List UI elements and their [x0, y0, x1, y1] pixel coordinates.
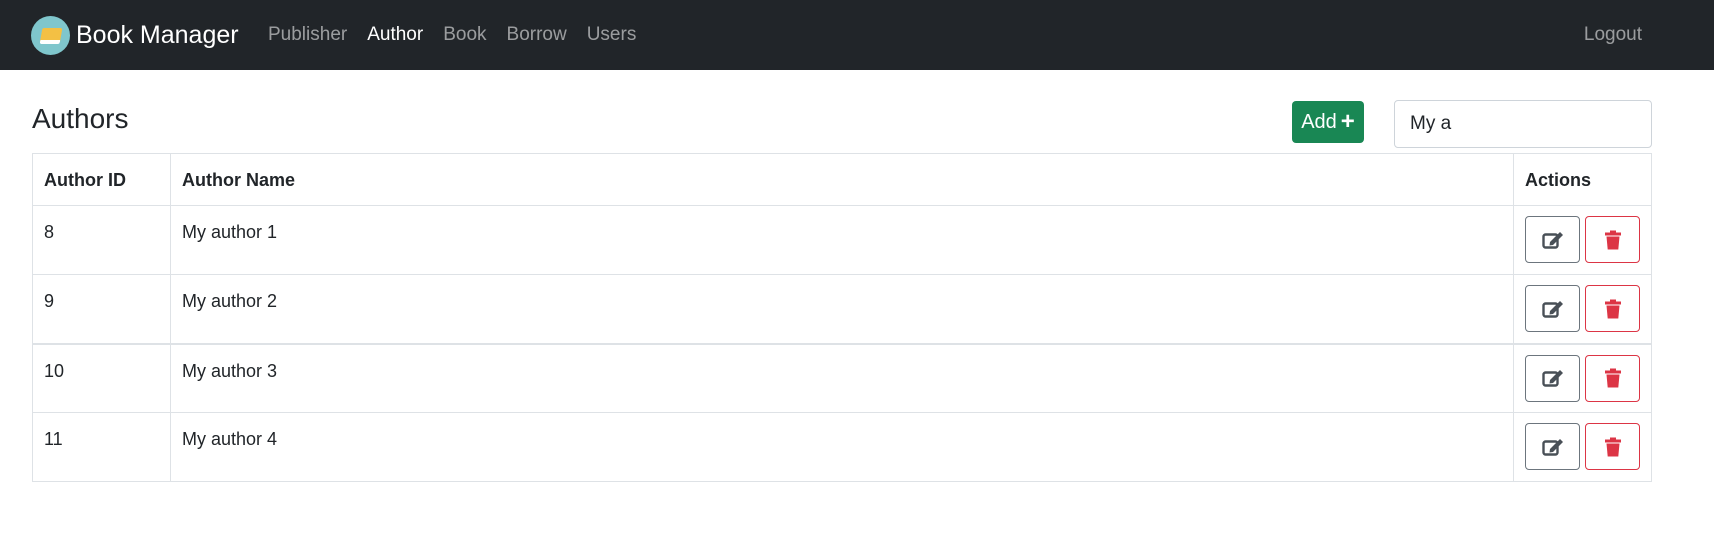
brand-name: Book Manager [76, 21, 239, 49]
edit-icon [1541, 438, 1563, 456]
author-id-cell: 9 [32, 274, 171, 344]
edit-icon [1541, 300, 1563, 318]
book-logo-icon [31, 16, 70, 55]
delete-button[interactable] [1585, 423, 1640, 470]
author-name-cell: My author 3 [170, 342, 1514, 413]
logout-link[interactable]: Logout [1584, 0, 1642, 70]
delete-button[interactable] [1585, 216, 1640, 263]
add-author-button[interactable]: Add + [1292, 101, 1364, 143]
search-input[interactable] [1394, 100, 1652, 148]
edit-icon [1541, 231, 1563, 249]
authors-table: Author ID Author Name Actions 8 My autho… [32, 153, 1652, 482]
author-name-cell: My author 4 [170, 412, 1514, 482]
nav-link-book[interactable]: Book [443, 24, 486, 46]
edit-button[interactable] [1525, 354, 1580, 402]
header-actions: Actions [1513, 153, 1652, 206]
table-row: 10 My author 3 [32, 342, 1652, 413]
author-id-cell: 11 [32, 412, 171, 482]
actions-cell [1513, 205, 1652, 275]
header-author-id: Author ID [32, 153, 171, 206]
header-author-name: Author Name [170, 153, 1514, 206]
brand[interactable]: Book Manager [31, 16, 239, 55]
nav-link-borrow[interactable]: Borrow [507, 24, 567, 46]
trash-icon [1604, 230, 1621, 249]
top-navbar: Book Manager Publisher Author Book Borro… [0, 0, 1714, 70]
table-row: 9 My author 2 [32, 274, 1652, 344]
page-title: Authors [32, 103, 129, 134]
trash-icon [1604, 299, 1621, 318]
plus-icon: + [1340, 108, 1355, 135]
delete-button[interactable] [1585, 354, 1640, 402]
author-id-cell: 10 [32, 342, 171, 413]
edit-icon [1541, 370, 1563, 387]
table-header-row: Author ID Author Name Actions [32, 153, 1652, 206]
actions-cell [1513, 342, 1652, 413]
author-id-cell: 8 [32, 205, 171, 275]
nav-link-author[interactable]: Author [367, 24, 423, 46]
author-name-cell: My author 2 [170, 274, 1514, 344]
trash-icon [1604, 437, 1621, 456]
edit-button[interactable] [1525, 285, 1580, 332]
nav-links: Publisher Author Book Borrow Users [268, 0, 656, 70]
table-row: 11 My author 4 [32, 412, 1652, 482]
table-row: 8 My author 1 [32, 205, 1652, 275]
trash-icon [1604, 368, 1621, 388]
actions-cell [1513, 274, 1652, 344]
author-name-cell: My author 1 [170, 205, 1514, 275]
delete-button[interactable] [1585, 285, 1640, 332]
nav-link-publisher[interactable]: Publisher [268, 24, 347, 46]
edit-button[interactable] [1525, 423, 1580, 470]
edit-button[interactable] [1525, 216, 1580, 263]
add-button-label: Add [1301, 110, 1337, 133]
actions-cell [1513, 412, 1652, 482]
nav-link-users[interactable]: Users [587, 24, 637, 46]
